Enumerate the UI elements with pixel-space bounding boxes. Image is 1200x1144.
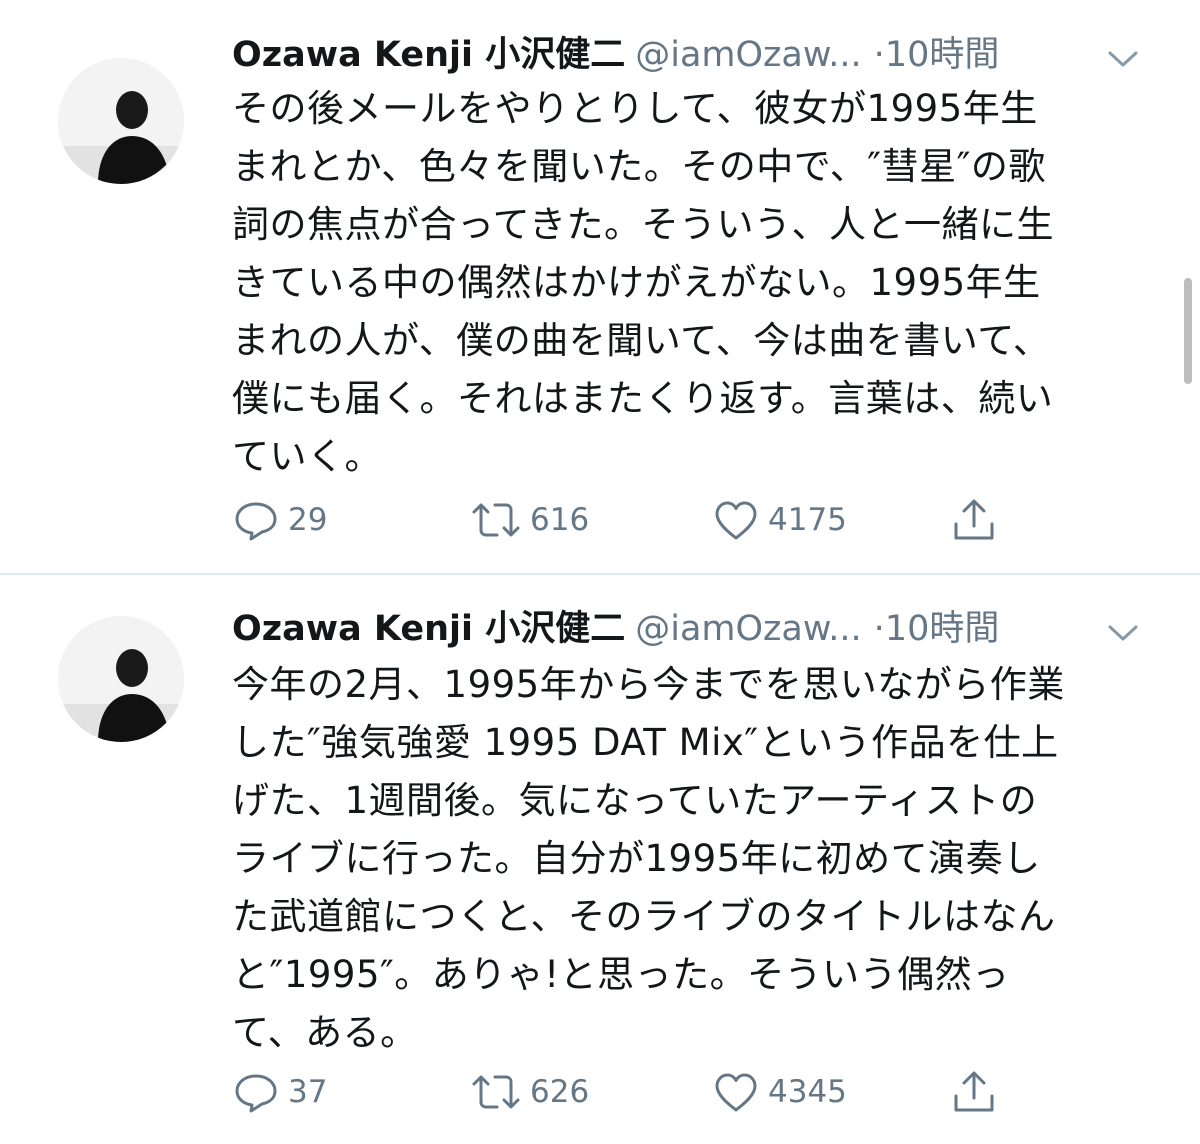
share-icon — [954, 1071, 994, 1112]
heart-icon — [715, 1073, 757, 1112]
tweet-text-line: て、ある。 — [232, 1011, 418, 1054]
tweet-text-line: 僕にも届く。それはまたくり返す。言葉は、続い — [232, 377, 1054, 420]
tweet[interactable]: Ozawa Kenji 小沢健二 @iamOzaw... ·10時間 その後メールを… — [0, 0, 1200, 574]
avatar[interactable] — [58, 616, 184, 742]
chevron-down-icon[interactable] — [1106, 40, 1140, 70]
tweet-text-line: 詞の焦点が合ってきた。そういう、人と一緒に生 — [232, 203, 1055, 246]
reply-button[interactable]: 37 — [232, 1066, 327, 1118]
separator-dot: · — [873, 609, 885, 649]
scrollbar[interactable] — [1184, 278, 1192, 384]
reply-button[interactable]: 29 — [232, 494, 327, 546]
user-handle[interactable]: @iamOzaw... — [635, 609, 861, 649]
reply-icon — [235, 1074, 277, 1113]
like-count: 4345 — [768, 1074, 847, 1110]
retweet-icon — [472, 1075, 520, 1109]
like-button[interactable]: 4345 — [712, 1066, 847, 1118]
tweet-text-line: ライブに行った。自分が1995年に初めて演奏し — [232, 837, 1041, 880]
user-handle[interactable]: @iamOzaw... — [635, 35, 861, 75]
display-name[interactable]: Ozawa Kenji 小沢健二 — [232, 35, 625, 75]
tweet-text-line: た武道館につくと、そのライブのタイトルはなん — [232, 895, 1056, 938]
tweet-divider — [0, 573, 1200, 575]
like-count: 4175 — [768, 502, 847, 538]
share-button[interactable] — [950, 494, 998, 546]
tweet-header: Ozawa Kenji 小沢健二 @iamOzaw... ·10時間 — [232, 606, 1140, 652]
reply-icon — [235, 502, 277, 541]
tweet-text-line: ていく。 — [232, 435, 382, 478]
tweet-text: 今年の2月、1995年から今までを思いながら作業 した″強気強愛 1995 DA… — [232, 656, 1132, 1062]
share-button[interactable] — [950, 1066, 998, 1118]
tweet-text-line: 今年の2月、1995年から今までを思いながら作業 — [232, 663, 1065, 706]
share-icon — [954, 499, 994, 540]
retweet-button[interactable]: 616 — [470, 494, 589, 546]
timestamp[interactable]: 10時間 — [885, 35, 1000, 75]
tweet-actions: 37 626 4345 — [232, 1066, 1032, 1118]
tweet-text-line: した″強気強愛 1995 DAT Mix″という作品を仕上 — [232, 721, 1059, 764]
retweet-icon — [472, 503, 520, 537]
heart-icon — [715, 501, 757, 540]
retweet-count: 616 — [530, 502, 590, 538]
tweet-text-line: その後メールをやりとりして、彼女が1995年生 — [232, 87, 1038, 130]
reply-count: 37 — [288, 1074, 328, 1110]
tweet[interactable]: Ozawa Kenji 小沢健二 @iamOzaw... ·10時間 今年の2月、1… — [0, 576, 1200, 1144]
avatar[interactable] — [58, 58, 184, 184]
retweet-button[interactable]: 626 — [470, 1066, 589, 1118]
tweet-actions: 29 616 4175 — [232, 494, 1032, 546]
tweet-text-line: まれの人が、僕の曲を聞いて、今は曲を書いて、 — [232, 319, 1051, 362]
retweet-count: 626 — [530, 1074, 590, 1110]
display-name[interactable]: Ozawa Kenji 小沢健二 — [232, 609, 625, 649]
tweet-text-line: まれとか、色々を聞いた。その中で、″彗星″の歌 — [232, 145, 1046, 188]
chevron-down-icon[interactable] — [1106, 614, 1140, 644]
tweet-header: Ozawa Kenji 小沢健二 @iamOzaw... ·10時間 — [232, 32, 1140, 78]
tweet-text: その後メールをやりとりして、彼女が1995年生 まれとか、色々を聞いた。その中で… — [232, 80, 1132, 486]
tweet-text-line: げた、1週間後。気になっていたアーティストの — [232, 779, 1038, 822]
separator-dot: · — [873, 35, 885, 75]
tweet-text-line: きている中の偶然はかけがえがない。1995年生 — [232, 261, 1041, 304]
reply-count: 29 — [288, 502, 328, 538]
tweet-text-line: と″1995″。ありゃ!と思った。そういう偶然っ — [232, 953, 1010, 996]
timestamp[interactable]: 10時間 — [885, 609, 1000, 649]
like-button[interactable]: 4175 — [712, 494, 847, 546]
